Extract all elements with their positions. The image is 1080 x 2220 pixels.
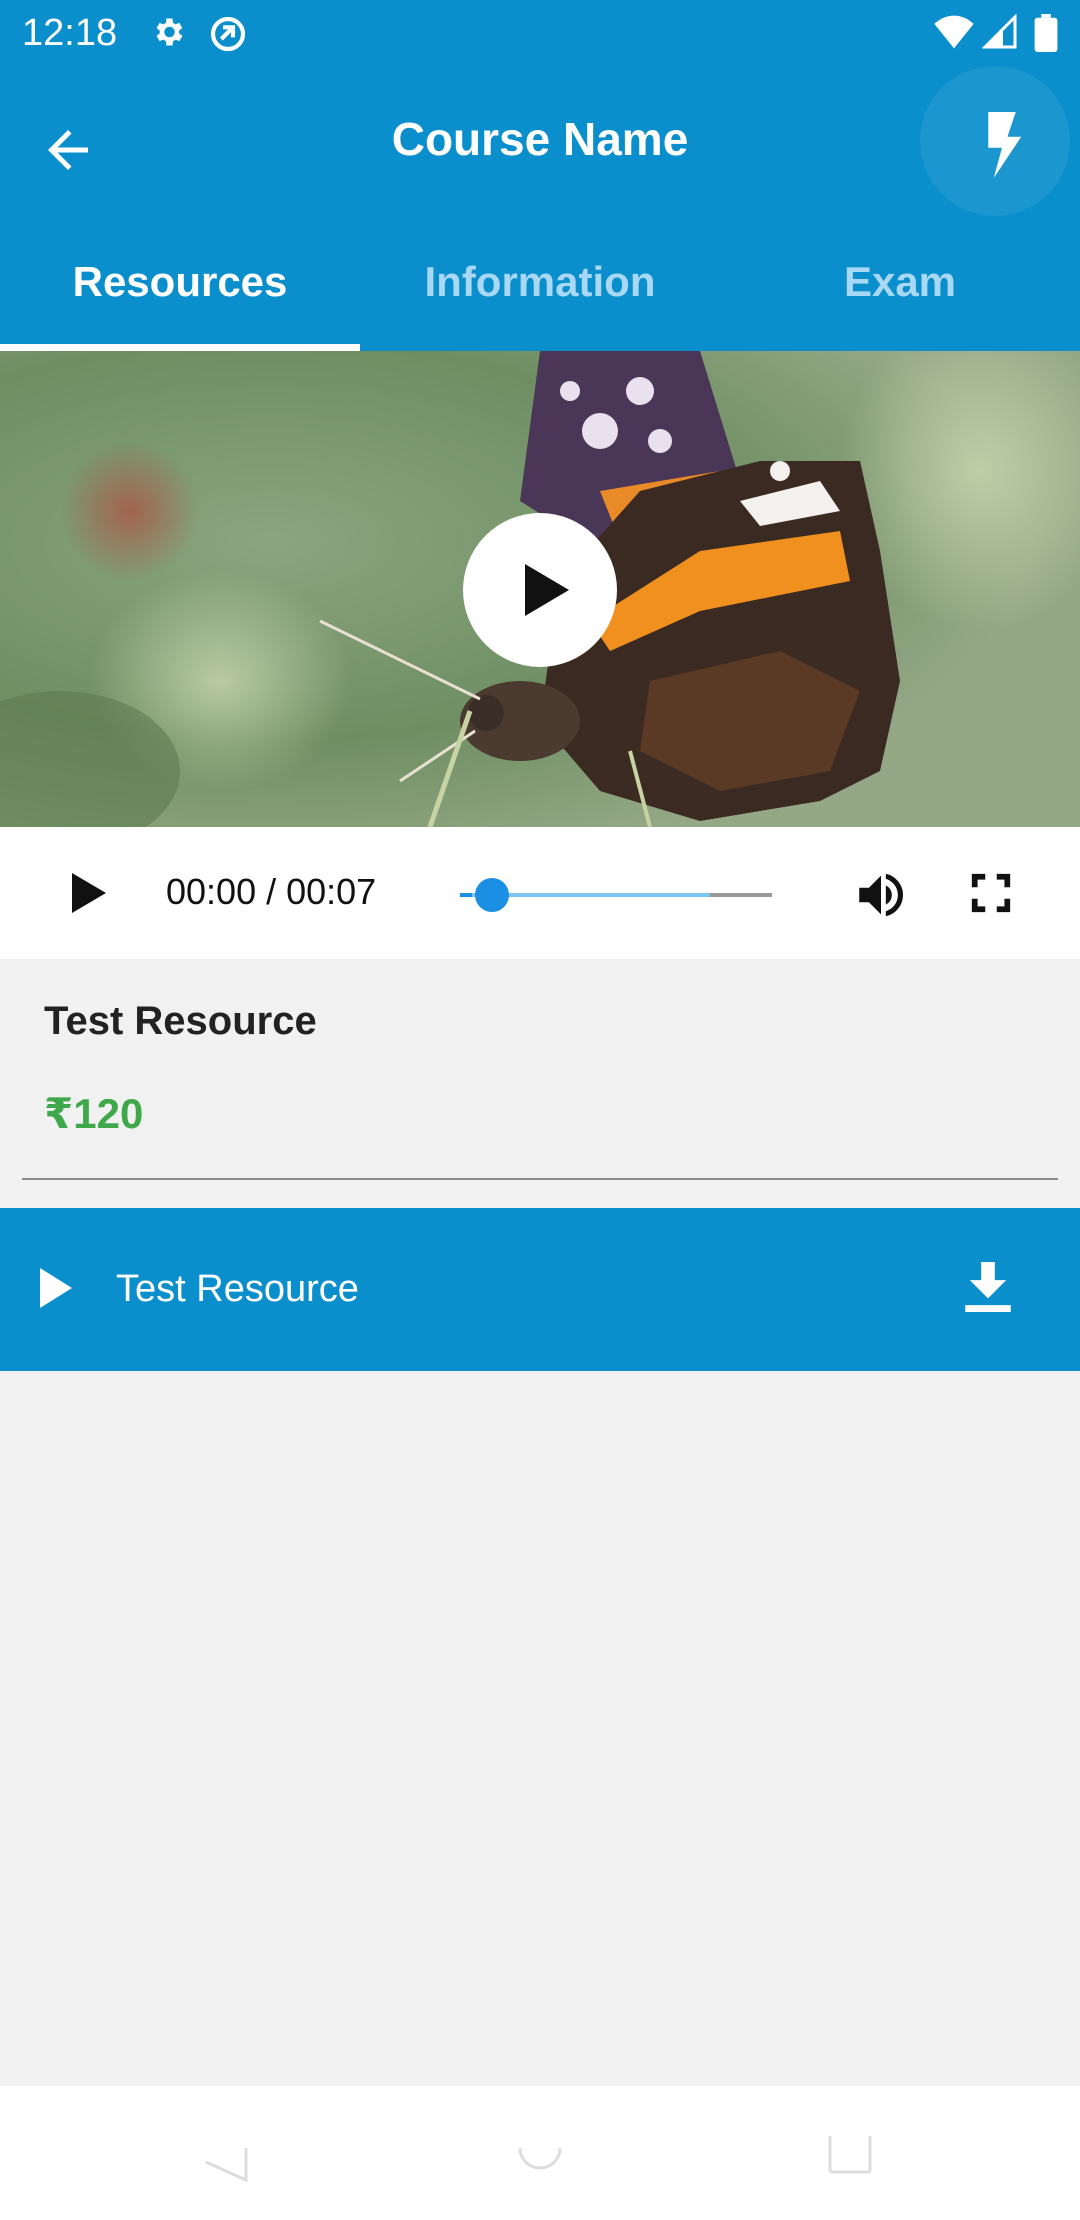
nav-recents-icon xyxy=(828,2136,872,2174)
time-display: 00:00 / 00:07 xyxy=(166,867,376,917)
sync-icon xyxy=(208,14,248,59)
tab-information[interactable]: Information xyxy=(360,220,720,351)
app-bar: Course Name xyxy=(0,66,1080,220)
resource-title: Test Resource xyxy=(44,999,317,1043)
flash-button[interactable] xyxy=(920,66,1070,216)
page-title: Course Name xyxy=(391,113,689,165)
time-separator: / xyxy=(256,871,287,912)
nav-back-icon xyxy=(205,2148,248,2183)
gear-icon xyxy=(150,14,186,55)
play-icon xyxy=(525,564,569,616)
signal-icon xyxy=(981,13,1018,55)
fullscreen-icon xyxy=(971,873,1011,913)
seek-thumb[interactable] xyxy=(475,878,509,912)
resource-list-item-label: Test Resource xyxy=(116,1268,359,1310)
play-icon xyxy=(40,1268,82,1312)
resource-list-item[interactable]: Test Resource xyxy=(0,1208,1080,1371)
download-icon xyxy=(965,1262,1011,1312)
tab-resources[interactable]: Resources xyxy=(0,220,360,351)
volume-icon xyxy=(859,873,904,917)
tab-exam[interactable]: Exam xyxy=(720,220,1080,351)
download-button[interactable] xyxy=(964,1262,1018,1320)
screen: 12:18 Course Name Resources Information … xyxy=(0,0,1080,2220)
divider xyxy=(22,1178,1058,1180)
status-bar: 12:18 xyxy=(0,0,1080,66)
nav-recents-button[interactable] xyxy=(828,2136,872,2174)
wifi-icon xyxy=(934,14,974,55)
nav-home-icon xyxy=(518,2147,562,2170)
fullscreen-button[interactable] xyxy=(968,870,1014,916)
duration: 00:07 xyxy=(286,871,377,912)
volume-button[interactable] xyxy=(852,866,910,924)
current-time: 00:00 xyxy=(166,871,257,912)
tab-bar: Resources Information Exam xyxy=(0,220,1080,351)
video-controls: 00:00 / 00:07 xyxy=(0,827,1080,959)
video-play-overlay[interactable] xyxy=(463,513,617,667)
tab-indicator xyxy=(0,344,360,351)
flash-icon xyxy=(988,112,1022,178)
seek-played xyxy=(460,893,472,897)
status-time: 12:18 xyxy=(22,12,118,54)
play-icon xyxy=(72,873,106,913)
system-nav-bar xyxy=(0,2086,1080,2220)
nav-home-button[interactable] xyxy=(518,2144,562,2172)
nav-back-button[interactable] xyxy=(202,2144,250,2184)
control-play-button[interactable] xyxy=(62,865,118,921)
resource-price: ₹120 xyxy=(44,1090,144,1137)
battery-icon xyxy=(1034,14,1058,57)
